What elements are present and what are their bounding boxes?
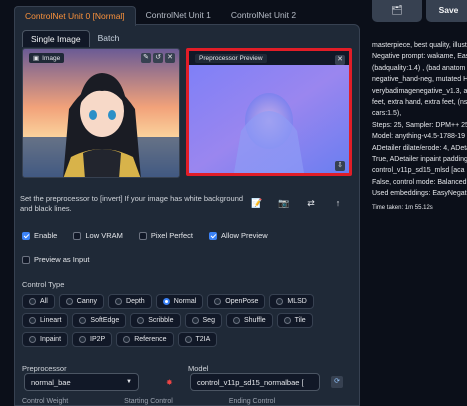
undo-icon[interactable]: ↺ <box>153 53 163 63</box>
save-button[interactable]: Save <box>426 0 467 22</box>
preview-as-input-checkbox[interactable]: Preview as Input <box>22 255 89 264</box>
enable-checkbox[interactable]: Enable <box>22 231 57 240</box>
checkbox-checked[interactable] <box>22 231 30 240</box>
normal-map-preview <box>189 65 349 173</box>
close-icon[interactable]: ✕ <box>165 53 175 63</box>
camera-icon[interactable]: 📷 <box>277 198 291 209</box>
preprocessor-preview: Preprocessor Preview ✕ ⇩ <box>186 48 352 176</box>
radio-inpaint[interactable]: Inpaint <box>22 332 69 347</box>
radio-canny[interactable]: Canny <box>58 294 105 309</box>
edit-icon[interactable]: ✎ <box>141 53 151 63</box>
preview-label: Preprocessor Preview <box>195 54 267 63</box>
image-tools: ✎ ↺ ✕ <box>141 53 175 63</box>
model-select[interactable]: control_v11p_sd15_normalbae [ <box>190 373 320 391</box>
image-action-row: 📝 📷 ⇄ ↑ <box>250 198 345 209</box>
output-panel: 🗂 Save masterpiece, best quality, illust… <box>364 0 467 406</box>
checkbox-unchecked[interactable] <box>138 231 147 240</box>
radio-normal[interactable]: Normal <box>155 294 204 309</box>
radio-tile[interactable]: Tile <box>276 313 313 328</box>
image-input[interactable]: ▣ Image ✎ ↺ ✕ <box>22 48 180 178</box>
control-type-radios: All Canny Depth Normal OpenPose MLSD Lin… <box>22 294 354 351</box>
radio-t2ia[interactable]: T2IA <box>177 332 218 347</box>
allow-preview-checkbox[interactable]: Allow Preview <box>208 231 268 240</box>
controlnet-panel: ControlNet Unit 0 [Normal] ControlNet Un… <box>0 0 360 406</box>
close-preview-icon[interactable]: ✕ <box>335 55 345 65</box>
radio-mlsd[interactable]: MLSD <box>269 294 314 309</box>
notepad-icon[interactable]: 📝 <box>250 198 264 209</box>
low-vram-checkbox[interactable]: Low VRAM <box>73 231 123 240</box>
pixel-perfect-checkbox[interactable]: Pixel Perfect <box>138 231 193 240</box>
refresh-icon[interactable]: ⟳ <box>331 376 343 388</box>
model-label: Model <box>188 364 209 373</box>
run-preprocessor-icon[interactable]: ✸ <box>166 378 173 387</box>
radio-reference[interactable]: Reference <box>116 332 174 347</box>
radio-openpose[interactable]: OpenPose <box>207 294 266 309</box>
tab-unit-2[interactable]: ControlNet Unit 2 <box>221 6 306 26</box>
tab-unit-1[interactable]: ControlNet Unit 1 <box>136 6 221 26</box>
download-icon[interactable]: ⇩ <box>335 161 345 171</box>
preprocessor-select[interactable]: normal_bae ▼ <box>24 373 139 391</box>
slider-labels: Control Weight Starting Control Ending C… <box>22 398 276 405</box>
options-row: Enable Low VRAM Pixel Perfect Allow Prev… <box>22 231 268 240</box>
tab-unit-0[interactable]: ControlNet Unit 0 [Normal] <box>14 6 136 26</box>
radio-all[interactable]: All <box>22 294 55 309</box>
radio-depth[interactable]: Depth <box>108 294 152 309</box>
generation-info: masterpiece, best quality, illust Negati… <box>372 42 467 198</box>
unit-tabs: ControlNet Unit 0 [Normal] ControlNet Un… <box>14 6 306 26</box>
image-icon: ▣ <box>33 55 40 62</box>
checkbox-checked[interactable] <box>208 231 217 240</box>
chevron-down-icon: ▼ <box>126 379 132 385</box>
radio-softedge[interactable]: SoftEdge <box>72 313 127 328</box>
tab-batch[interactable]: Batch <box>90 30 128 47</box>
radio-seg[interactable]: Seg <box>184 313 222 328</box>
mode-tabs: Single Image Batch <box>22 30 127 47</box>
checkbox-unchecked[interactable] <box>22 255 30 264</box>
tab-single-image[interactable]: Single Image <box>22 30 90 47</box>
image-label: ▣ Image <box>29 53 65 63</box>
radio-scribble[interactable]: Scribble <box>130 313 181 328</box>
checkbox-unchecked[interactable] <box>73 231 82 240</box>
preprocessor-hint: Set the preprocessor to [invert] If your… <box>20 194 244 213</box>
swap-icon[interactable]: ⇄ <box>304 198 318 209</box>
folder-button[interactable]: 🗂 <box>372 0 422 22</box>
radio-shuffle[interactable]: Shuffle <box>225 313 273 328</box>
time-taken: Time taken: 1m 55.12s <box>372 205 433 211</box>
upload-icon[interactable]: ↑ <box>331 198 345 209</box>
preprocessor-label: Preprocessor <box>22 364 67 373</box>
anime-girl-image <box>23 49 179 177</box>
control-type-label: Control Type <box>22 280 65 289</box>
radio-lineart[interactable]: Lineart <box>22 313 69 328</box>
radio-ip2p[interactable]: IP2P <box>72 332 113 347</box>
